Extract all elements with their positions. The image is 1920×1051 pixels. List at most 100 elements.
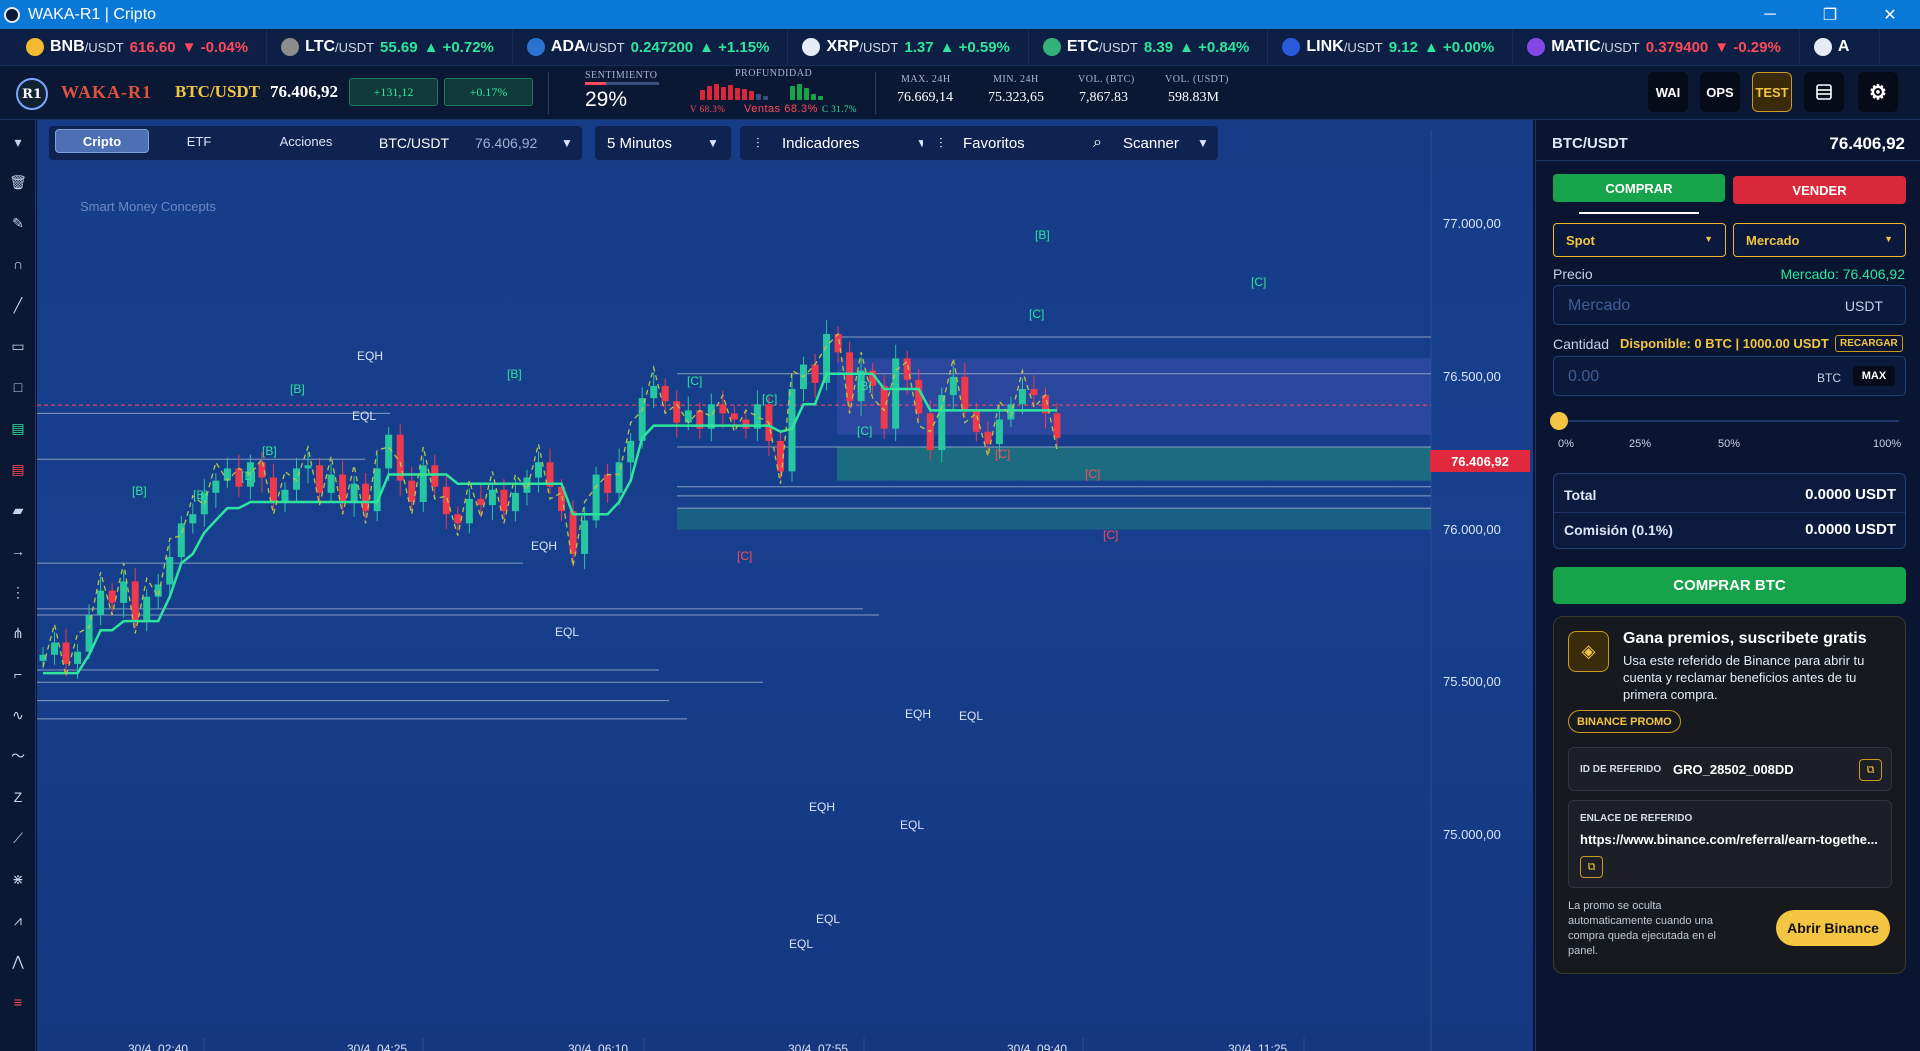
trash-icon[interactable]: 🗑 <box>8 172 28 192</box>
price-label: Precio <box>1553 266 1593 282</box>
measure-icon[interactable]: ≡ <box>8 992 28 1012</box>
rectangle-icon[interactable]: □ <box>8 377 28 397</box>
order-type-select[interactable]: Mercado ▼ <box>1733 223 1906 257</box>
ticker-change: ▼ -0.04% <box>181 38 249 56</box>
copy-icon[interactable]: ⧉ <box>1580 856 1603 878</box>
short-position-icon[interactable]: ▤ <box>8 459 28 479</box>
magnet-icon[interactable]: ∩ <box>8 254 28 274</box>
channel-icon[interactable]: Z <box>8 787 28 807</box>
test-button[interactable]: TEST <box>1752 72 1792 112</box>
buy-tab[interactable]: COMPRAR <box>1553 174 1725 202</box>
ticker-item[interactable]: MATIC/USDT 0.379400 ▼ -0.29% <box>1527 28 1800 66</box>
vol-btc-label: VOL. (BTC) <box>1078 74 1135 85</box>
pencil-icon[interactable]: ✎ <box>8 213 28 233</box>
copy-icon[interactable]: ⧉ <box>1859 759 1882 781</box>
ticker-price: 55.69 <box>380 38 418 56</box>
depth-bar <box>700 90 705 100</box>
interval-selector[interactable]: 5 Minutos ▼ <box>595 126 731 160</box>
pattern-icon[interactable]: ⩘ <box>8 910 28 930</box>
restore-button[interactable]: ❐ <box>1800 0 1860 29</box>
ticker-item[interactable]: A <box>1813 28 1881 66</box>
ticker-item[interactable]: LINK/USDT 9.12 ▲ +0.00% <box>1282 28 1514 66</box>
window-controls: ─ ❐ ✕ <box>1740 0 1920 29</box>
ticker-item[interactable]: ADA/USDT 0.247200 ▲ +1.15% <box>526 28 789 66</box>
ticker-item[interactable]: ETC/USDT 8.39 ▲ +0.84% <box>1042 28 1269 66</box>
chart-canvas[interactable]: EQHEQLEQHEQLEQH EQLEQHEQLEQLEQL[B][B][B][… <box>37 120 1533 1051</box>
open-binance-button[interactable]: Abrir Binance <box>1776 910 1890 946</box>
ticker-price: 1.37 <box>904 38 934 56</box>
ruler-icon[interactable]: ▭ <box>8 336 28 356</box>
settings-button[interactable]: ⚙ <box>1858 72 1898 112</box>
scanner-button[interactable]: ⌕ Scanner ▼ <box>1079 126 1218 160</box>
price-input[interactable]: Mercado USDT <box>1553 285 1906 325</box>
candle-body <box>1018 388 1026 405</box>
layout-button[interactable] <box>1804 72 1844 112</box>
wave-icon[interactable]: 〜 <box>8 746 28 766</box>
binance-icon: ◈ <box>1568 631 1609 672</box>
ticker-item[interactable]: XRP/USDT 1.37 ▲ +0.59% <box>802 28 1029 66</box>
amount-slider-handle[interactable] <box>1550 412 1568 430</box>
market-price: Mercado: 76.406,92 <box>1780 266 1905 282</box>
fib-icon[interactable]: ⋮ <box>8 582 28 602</box>
depth-v-label: V 68.3% <box>690 104 726 114</box>
segment-acciones[interactable]: Acciones <box>261 129 351 153</box>
smc-marker: [C] <box>737 549 752 563</box>
order-panel: BTC/USDT 76.406,92 COMPRAR VENDER Spot ▼ … <box>1535 120 1920 1051</box>
arrow-icon[interactable]: → <box>8 541 28 561</box>
collapse-icon[interactable]: ▾ <box>8 132 28 152</box>
caret-down-icon: ▼ <box>561 136 573 150</box>
pitchfork-icon[interactable]: ⋔ <box>8 623 28 643</box>
candle-body <box>742 419 750 429</box>
interval-label: 5 Minutos <box>607 134 673 152</box>
candle-body <box>730 413 738 420</box>
ticker-item[interactable]: BNB/USDT 616.60 ▼ -0.04% <box>26 28 268 66</box>
header-pair: BTC/USDT <box>175 82 261 101</box>
referral-link-value[interactable]: https://www.binance.com/referral/earn-to… <box>1580 832 1878 847</box>
trendline-icon[interactable]: ╱ <box>8 295 28 315</box>
long-position-icon[interactable]: ▤ <box>8 418 28 438</box>
gann-icon[interactable]: ⋇ <box>8 869 28 889</box>
smc-marker: [C] <box>1251 275 1266 289</box>
ticker-item[interactable]: LTC/USDT 55.69 ▲ +0.72% <box>281 28 513 66</box>
head-shoulders-icon[interactable]: ⋀ <box>8 951 28 971</box>
submit-buy-button[interactable]: COMPRAR BTC <box>1553 567 1906 604</box>
market-type-select[interactable]: Spot ▼ <box>1553 223 1726 257</box>
max-button[interactable]: MAX <box>1853 366 1895 386</box>
smc-marker: EQL <box>900 818 924 832</box>
ticker-quote: /USDT <box>1600 39 1640 55</box>
caret-down-icon: ▼ <box>707 136 719 150</box>
time-axis-tick: 30/4, 06:10 <box>568 1042 629 1051</box>
favorites-button[interactable]: ⫶ Favoritos ▼ <box>923 126 1099 160</box>
header-price: 76.406,92 <box>270 82 338 101</box>
symbol-price: 76.406,92 <box>475 135 538 151</box>
segment-cripto[interactable]: Cripto <box>55 129 149 153</box>
candle-body <box>339 474 347 503</box>
recharge-button[interactable]: RECARGAR <box>1835 335 1903 352</box>
coin-icon <box>1813 38 1832 56</box>
amount-slider-track[interactable] <box>1559 420 1899 422</box>
quantity-input[interactable]: 0.00 BTC MAX <box>1553 356 1906 396</box>
candle-body <box>604 474 612 493</box>
sell-tab[interactable]: VENDER <box>1733 176 1906 204</box>
minimize-button[interactable]: ─ <box>1740 0 1800 29</box>
ticker-quote: /USDT <box>1343 39 1383 55</box>
brush-icon[interactable]: ▰ <box>8 500 28 520</box>
total-value: 0.0000 USDT <box>1805 486 1896 503</box>
referral-promo-card: ◈ Gana premios, suscribete gratis Usa es… <box>1553 616 1906 974</box>
ray-icon[interactable]: ⌐ <box>8 664 28 684</box>
vol-btc-value: 7,867.83 <box>1079 90 1128 105</box>
change-abs-badge: +131,12 <box>349 78 438 106</box>
indicators-button[interactable]: ⫶ Indicadores ▼ <box>740 126 939 160</box>
wai-button[interactable]: WAI <box>1648 72 1688 112</box>
symbol-selector[interactable]: BTC/USDT 76.406,92 ▼ <box>365 126 582 160</box>
path-icon[interactable]: ⟋ <box>8 828 28 848</box>
segment-etf[interactable]: ETF <box>161 129 237 153</box>
candle-body <box>373 468 381 512</box>
market-type-value: Spot <box>1566 232 1595 248</box>
close-button[interactable]: ✕ <box>1860 0 1920 29</box>
depth-ventas-label: Ventas 68.3% <box>744 103 818 115</box>
zigzag-icon[interactable]: ∿ <box>8 705 28 725</box>
price-chart[interactable]: EQH EQL EQH EQL EQH EQL EQH EQL EQL EQL [B] [B] [B][… <box>37 120 1533 1051</box>
ops-button[interactable]: OPS <box>1700 72 1740 112</box>
brand-name: WAKA-R1 <box>61 82 152 102</box>
